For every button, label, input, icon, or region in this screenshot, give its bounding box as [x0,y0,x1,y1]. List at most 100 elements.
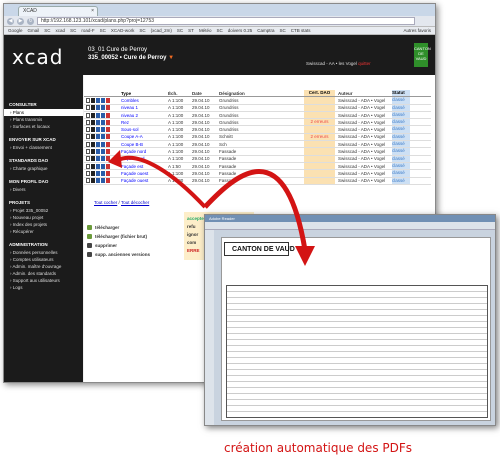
row-type[interactable]: Façade ouest [121,171,168,176]
flag-icon[interactable] [106,112,110,118]
header-ech[interactable]: Éch. [168,91,192,96]
pdf-icon[interactable] [96,134,100,140]
dwg-icon[interactable] [101,105,105,111]
info-icon[interactable] [91,134,95,140]
bookmark-item[interactable]: SC [139,28,145,33]
uncheck-all-link[interactable]: Tout décocher [121,200,149,205]
table-row[interactable]: Façade sud A 1:100 29.04.10 Fassade Swisscad… [84,155,431,163]
info-icon[interactable] [91,119,95,125]
info-icon[interactable] [91,97,95,103]
flag-icon[interactable] [106,149,110,155]
bookmark-item[interactable]: (xcad_2m) [151,28,172,33]
dwg-icon[interactable] [101,127,105,133]
flag-icon[interactable] [106,97,110,103]
header-type[interactable]: Type [121,91,168,96]
bookmark-item[interactable]: SC [280,28,286,33]
bookmark-item[interactable]: Météo [199,28,212,33]
project-selector[interactable]: 335_00052 • Cure de Perroy ▼ [88,54,174,62]
download-raw-action[interactable]: télécharger (fichier brut) [87,232,150,241]
delete-old-action[interactable]: supp. anciennes versions [87,250,150,259]
flag-icon[interactable] [106,105,110,111]
check-all-link[interactable]: Tout cocher [94,200,117,205]
info-icon[interactable] [91,170,95,176]
pdf-icon[interactable] [96,112,100,118]
flag-icon[interactable] [106,170,110,176]
forward-button[interactable]: ▶ [17,17,24,25]
back-button[interactable]: ◀ [7,17,14,25]
pdf-icon[interactable] [96,105,100,111]
bookmark-item[interactable]: Google [8,28,23,33]
dwg-icon[interactable] [101,112,105,118]
table-row[interactable]: Sous-sol A 1:100 29.04.10 Grundriss Swisscad… [84,126,431,134]
dwg-icon[interactable] [101,119,105,125]
dwg-icon[interactable] [101,170,105,176]
flag-icon[interactable] [106,119,110,125]
address-bar[interactable]: http://192.168.123.101/xcad/plans.php?pr… [37,17,415,25]
bookmark-item[interactable]: XCAD-work [111,28,135,33]
sidebar-item[interactable]: › Plans transmis [4,116,83,123]
sidebar-item[interactable]: › Support aux utilisateurs [4,277,83,284]
flag-icon[interactable] [106,134,110,140]
row-type[interactable]: Coupe B-B [121,142,168,147]
flag-icon[interactable] [106,178,110,184]
row-type[interactable]: niveau 1 [121,105,168,110]
dwg-icon[interactable] [101,163,105,169]
reload-button[interactable]: ↻ [27,17,34,25]
header-date[interactable]: Date [192,91,219,96]
sidebar-item[interactable]: › Divers [4,186,83,193]
bookmark-item[interactable]: SC [177,28,183,33]
download-action[interactable]: télécharger [87,223,150,232]
sidebar-item[interactable]: › Récupérer [4,228,83,235]
info-icon[interactable] [91,156,95,162]
checkbox-icon[interactable] [86,134,90,140]
row-type[interactable]: Façade nord [121,149,168,154]
row-type[interactable]: niveau 2 [121,113,168,118]
bookmark-item[interactable]: Gmail [28,28,40,33]
bookmark-item[interactable]: road-F [81,28,94,33]
dwg-icon[interactable] [101,141,105,147]
row-type[interactable]: Combles [121,98,168,103]
info-icon[interactable] [91,112,95,118]
checkbox-icon[interactable] [86,170,90,176]
table-row[interactable]: Coupe A-A A 1:100 29.04.10 Schnitt 2 erreurs… [84,133,431,142]
sidebar-item[interactable]: › Admin. maître d'ouvrage [4,263,83,270]
table-row[interactable]: niveau 2A 1:100 29.04.10 Grundriss Swisscad… [84,111,431,120]
checkbox-icon[interactable] [86,112,90,118]
sidebar-item[interactable]: › Projet 335_00052 [4,207,83,214]
sidebar-item[interactable]: › Charte graphique [4,165,83,172]
dwg-icon[interactable] [101,149,105,155]
table-row[interactable]: Façade ouest A 1:100 29.04.10 Fassade Swissc… [84,170,431,178]
bookmark-item[interactable]: doivers 0.25 [228,28,253,33]
sidebar-item[interactable]: › Nouveau projet [4,214,83,221]
sidebar-item[interactable]: › Admin. des standards [4,270,83,277]
checkbox-icon[interactable] [86,178,90,184]
pdf-icon[interactable] [96,97,100,103]
row-type[interactable]: Façade est [121,164,168,169]
header-designation[interactable]: Désignation [219,91,286,96]
checkbox-icon[interactable] [86,119,90,125]
header-author[interactable]: Auteur [335,91,392,96]
bookmark-item[interactable]: Camptra [257,28,274,33]
pdf-icon[interactable] [96,156,100,162]
info-icon[interactable] [91,178,95,184]
flag-icon[interactable] [106,127,110,133]
bookmark-item[interactable]: SC [216,28,222,33]
bookmark-item[interactable]: SC [44,28,50,33]
pdf-icon[interactable] [96,170,100,176]
dwg-icon[interactable] [101,156,105,162]
pdf-icon[interactable] [96,163,100,169]
sidebar-item[interactable]: › Comptes utilisateurs [4,256,83,263]
table-row[interactable]: Façade nord A 1:100 29.04.10 Fassade Swissca… [84,148,431,156]
checkbox-icon[interactable] [86,141,90,147]
bookmark-item[interactable]: ST [188,28,194,33]
info-icon[interactable] [91,127,95,133]
checkbox-icon[interactable] [86,163,90,169]
pdf-icon[interactable] [96,141,100,147]
dwg-icon[interactable] [101,134,105,140]
flag-icon[interactable] [106,156,110,162]
header-cert[interactable]: Cert. DAO [304,90,335,97]
table-row[interactable]: Combles A 1:100 29.04.10 Grundriss Swisscad … [84,97,431,105]
info-icon[interactable] [91,163,95,169]
dwg-icon[interactable] [101,178,105,184]
sidebar-item[interactable]: › Envoi + classement [4,144,83,151]
